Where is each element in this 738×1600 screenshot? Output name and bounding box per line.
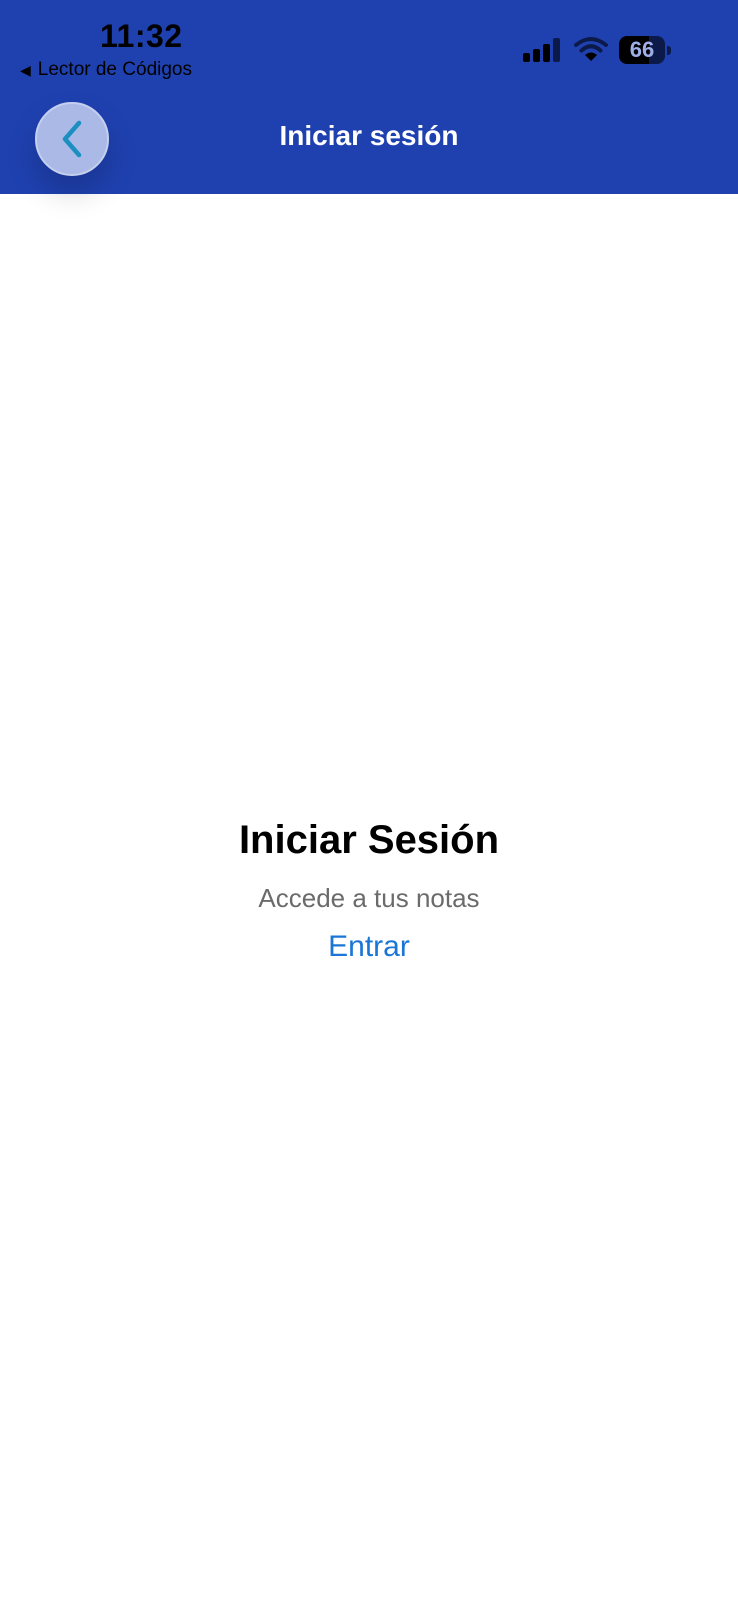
- battery-body: 66: [619, 36, 665, 64]
- status-time: 11:32: [100, 18, 183, 54]
- enter-link[interactable]: Entrar: [328, 928, 410, 966]
- battery-level: 66: [629, 37, 655, 62]
- back-to-app-link[interactable]: ◀ Lector de Códigos: [20, 59, 192, 81]
- login-section: Iniciar Sesión Accede a tus notas Entrar: [0, 812, 738, 966]
- cellular-signal-icon: [523, 38, 560, 62]
- back-triangle-icon: ◀: [20, 61, 31, 78]
- login-subtitle: Accede a tus notas: [258, 883, 480, 913]
- login-title: Iniciar Sesión: [238, 818, 500, 862]
- nav-title: Iniciar sesión: [279, 120, 459, 151]
- back-app-label: Lector de Códigos: [37, 59, 192, 80]
- battery-icon: 66: [619, 36, 671, 64]
- wifi-icon: [574, 37, 608, 61]
- battery-tip: [667, 46, 671, 55]
- navigation-header: 11:32 ◀ Lector de Códigos 66 Iniciar ses…: [0, 0, 738, 194]
